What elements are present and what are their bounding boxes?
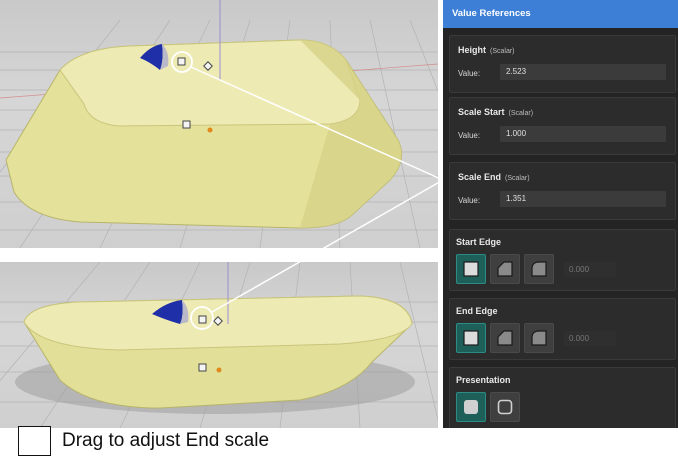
square-edge-icon — [463, 330, 479, 346]
panel-title: Value References — [443, 0, 678, 28]
presentation-label: Presentation — [456, 375, 511, 385]
viewport-top[interactable] — [0, 0, 438, 248]
scale-end-value-label: Value: — [458, 196, 481, 205]
round-edge-icon — [531, 330, 547, 346]
end-edge-value-field[interactable]: 0.000 — [564, 331, 616, 346]
scale-handle-bottom[interactable] — [198, 315, 207, 324]
outline-icon — [497, 399, 513, 415]
presentation-section: Presentation — [449, 367, 676, 428]
end-edge-section: End Edge 0.000 — [449, 298, 676, 360]
scale-end-card: Scale End (Scalar) Value: 1.351 — [449, 162, 676, 220]
viewport-bottom[interactable] — [0, 262, 438, 428]
square-edge-icon — [463, 261, 479, 277]
height-value-label: Value: — [458, 69, 481, 78]
viewport-bottom-scene — [0, 262, 438, 428]
presentation-solid-button[interactable] — [456, 392, 486, 422]
end-edge-round-button[interactable] — [524, 323, 554, 353]
height-card: Height (Scalar) Value: 2.523 — [449, 35, 676, 93]
start-edge-chamfer-button[interactable] — [490, 254, 520, 284]
scale-start-value-field[interactable]: 1.000 — [500, 126, 666, 142]
caption-checkbox — [18, 426, 51, 456]
center-handle-bottom[interactable] — [198, 363, 207, 372]
viewport-top-scene — [0, 0, 438, 248]
pivot-point — [207, 127, 213, 133]
scale-start-label: Scale Start — [458, 107, 505, 117]
height-type: (Scalar) — [490, 48, 515, 55]
scale-end-type: (Scalar) — [505, 175, 530, 182]
scale-handle[interactable] — [177, 57, 186, 66]
value-references-panel: Value References Height (Scalar) Value: 2… — [443, 0, 678, 428]
start-edge-round-button[interactable] — [524, 254, 554, 284]
chamfer-edge-icon — [497, 261, 513, 277]
end-edge-square-button[interactable] — [456, 323, 486, 353]
height-value-field[interactable]: 2.523 — [500, 64, 666, 80]
scale-start-card: Scale Start (Scalar) Value: 1.000 — [449, 97, 676, 155]
chamfer-edge-icon — [497, 330, 513, 346]
presentation-outline-button[interactable] — [490, 392, 520, 422]
end-edge-chamfer-button[interactable] — [490, 323, 520, 353]
start-edge-value-field[interactable]: 0.000 — [564, 262, 616, 277]
start-edge-section: Start Edge 0.000 — [449, 229, 676, 291]
end-edge-label: End Edge — [456, 306, 498, 316]
pivot-point-bottom — [216, 367, 222, 373]
scale-start-type: (Scalar) — [508, 110, 534, 117]
round-edge-icon — [531, 261, 547, 277]
height-label: Height — [458, 45, 486, 55]
scale-end-value-field[interactable]: 1.351 — [500, 191, 666, 207]
center-handle[interactable] — [182, 120, 191, 129]
scale-end-label: Scale End — [458, 172, 502, 182]
start-edge-label: Start Edge — [456, 237, 502, 247]
start-edge-square-button[interactable] — [456, 254, 486, 284]
solid-icon — [464, 400, 478, 414]
caption-text: Drag to adjust End scale — [62, 430, 270, 451]
scale-start-value-label: Value: — [458, 131, 481, 140]
